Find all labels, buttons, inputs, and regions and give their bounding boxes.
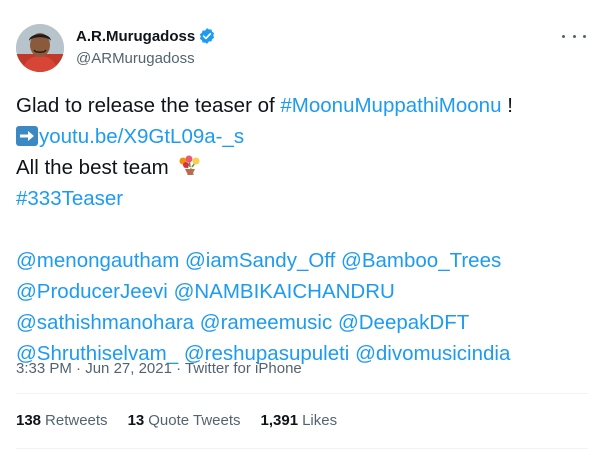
tweet-line-1: Glad to release the teaser of #MoonuMupp… [16,90,588,121]
mention-link[interactable]: @iamSandy_Off [185,249,335,272]
mention-link[interactable]: @Bamboo_Trees [341,249,501,272]
mention-link[interactable]: @ProducerJeevi [16,280,168,303]
tweet-line-3: All the best team [16,152,588,183]
mention-link[interactable]: @rameemusic [200,311,332,334]
tweet-text-intro: Glad to release the teaser of [16,94,281,117]
right-arrow-emoji-icon [16,126,38,146]
meta-separator: · [171,360,186,377]
tweet-card: A.R.Murugadoss @ARMurugadoss Glad to rel… [0,0,600,450]
avatar[interactable] [16,24,64,72]
more-options-icon[interactable] [562,28,586,44]
author-name-row[interactable]: A.R.Murugadoss [76,27,216,45]
mention-link[interactable]: @menongautham [16,249,179,272]
tweet-text: Glad to release the teaser of #MoonuMupp… [16,90,588,369]
divider [16,448,588,449]
mention-link[interactable]: @sathishmanohara [16,311,194,334]
quote-tweets-stat[interactable]: 13 Quote Tweets [128,412,241,429]
youtube-link[interactable]: youtu.be/X9GtL09a-_s [39,125,244,148]
author-handle[interactable]: @ARMurugadoss [76,50,195,67]
tweet-source[interactable]: Twitter for iPhone [185,360,302,377]
hashtag-link[interactable]: #333Teaser [16,187,123,210]
meta-separator: · [71,360,86,377]
likes-label: Likes [302,412,338,429]
bouquet-emoji-icon [177,155,201,186]
likes-count: 1,391 [260,412,299,429]
divider [16,393,588,394]
mention-link[interactable]: @NAMBIKAICHANDRU [174,280,395,303]
verified-badge-icon [198,27,216,45]
tweet-text-wishes: All the best team [16,156,175,179]
mentions-line-2: @ProducerJeevi @NAMBIKAICHANDRU [16,276,588,307]
quote-tweets-label: Quote Tweets [148,412,241,429]
tweet-line-4: #333Teaser [16,183,588,214]
retweets-label: Retweets [45,412,108,429]
mention-link[interactable]: @divomusicindia [355,342,510,365]
mention-link[interactable]: @DeepakDFT [338,311,469,334]
retweets-count: 138 [16,412,42,429]
tweet-time[interactable]: 3:33 PM [16,360,72,377]
mentions-line-3: @sathishmanohara @rameemusic @DeepakDFT [16,307,588,338]
quote-tweets-count: 13 [127,412,145,429]
tweet-line-2: youtu.be/X9GtL09a-_s [16,121,588,152]
mentions-line-1: @menongautham @iamSandy_Off @Bamboo_Tree… [16,245,588,276]
tweet-timestamp: 3:33 PM · Jun 27, 2021 · Twitter for iPh… [16,360,302,377]
author-name[interactable]: A.R.Murugadoss [76,28,195,45]
hashtag-link[interactable]: #MoonuMuppathiMoonu [280,94,501,117]
tweet-date[interactable]: Jun 27, 2021 [85,360,172,377]
tweet-text-end: ! [501,94,513,117]
retweets-stat[interactable]: 138 Retweets [16,412,108,429]
avatar-image [16,24,64,72]
engagement-stats: 138 Retweets 13 Quote Tweets 1,391 Likes [16,412,357,429]
likes-stat[interactable]: 1,391 Likes [261,412,338,429]
